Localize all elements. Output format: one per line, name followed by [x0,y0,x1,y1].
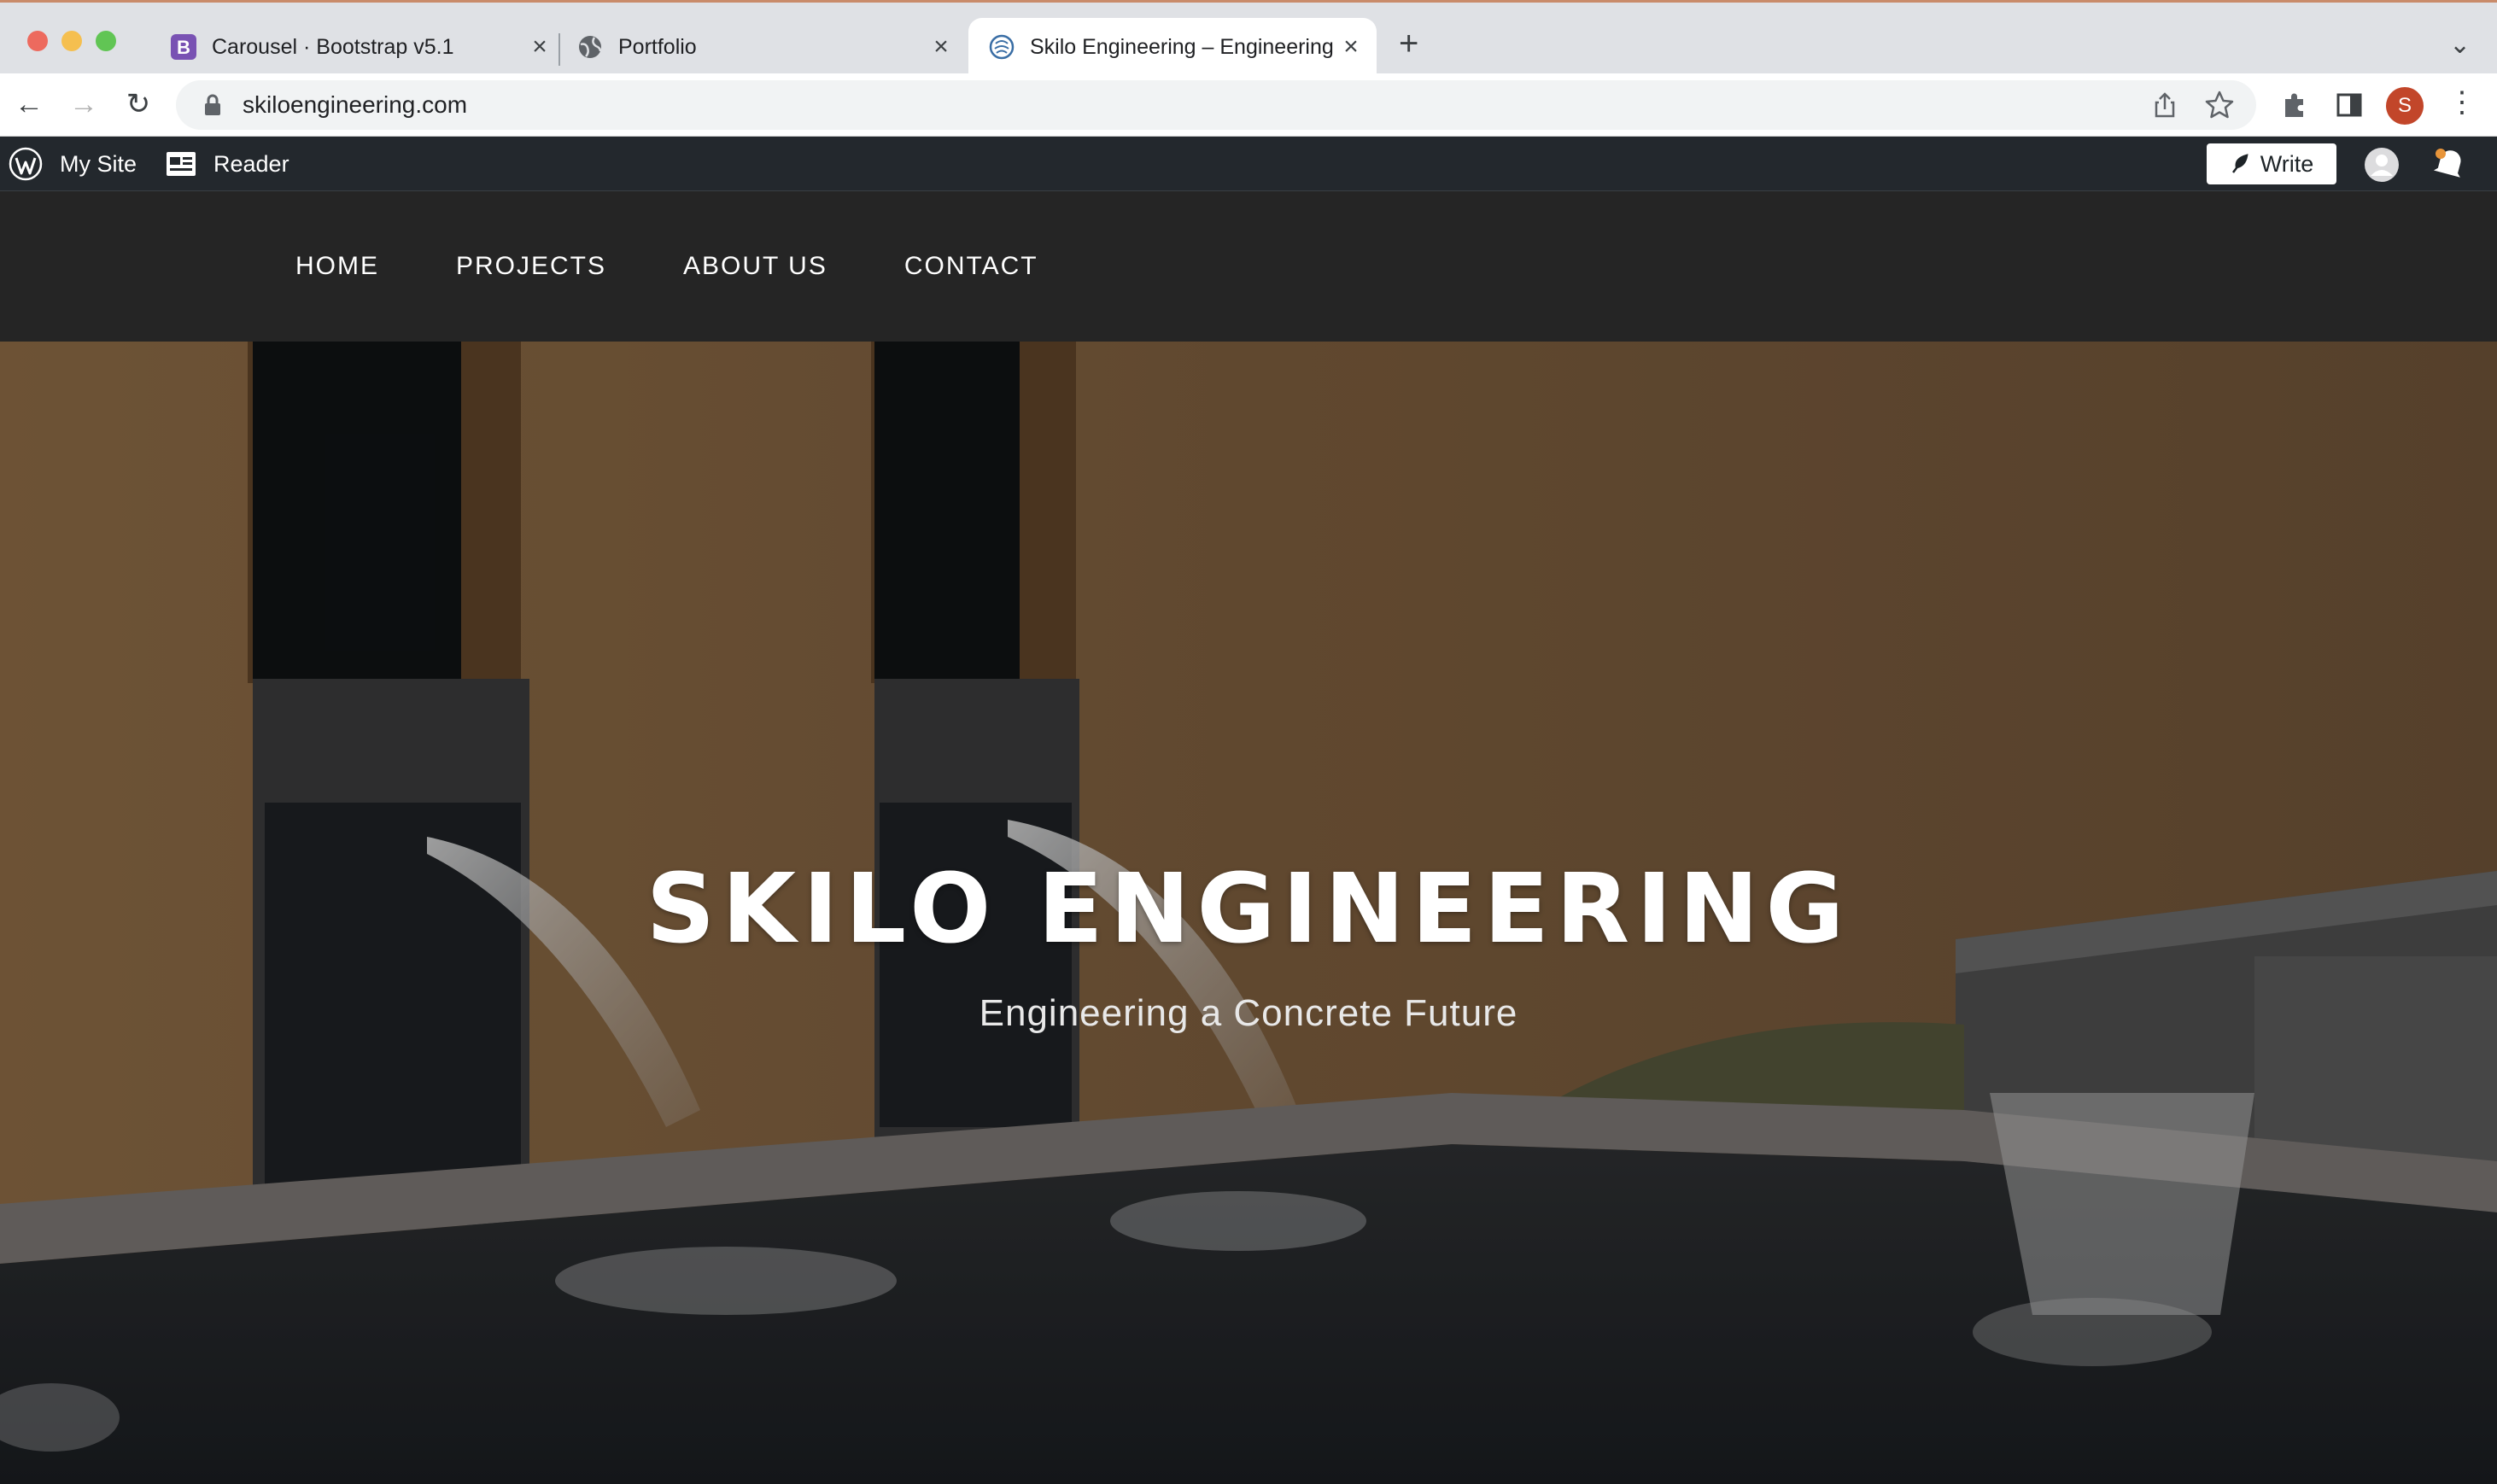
tab-close-icon[interactable]: × [1339,32,1363,61]
url-text: skiloengineering.com [243,91,468,118]
user-avatar-icon[interactable] [2364,147,2400,183]
tab-close-icon[interactable]: × [528,32,552,61]
wordpress-logo-icon [9,147,43,181]
hero-title: SKILO ENGINEERING [646,854,1851,965]
feather-pen-icon [2231,154,2248,173]
tab-title: Portfolio [618,34,697,59]
browser-tab-portfolio[interactable]: Portfolio × [577,18,953,76]
tab-close-icon[interactable]: × [929,32,953,61]
window-zoom-button[interactable] [96,31,116,51]
extensions-icon[interactable] [2278,89,2311,121]
tab-title: Carousel · Bootstrap v5.1 [212,34,454,59]
browser-tab-strip: B Carousel · Bootstrap v5.1 × Portfolio … [0,0,2497,76]
reload-icon[interactable]: ↻ [120,85,157,123]
lock-icon[interactable] [200,92,225,118]
tab-separator [558,33,560,66]
tab-title: Skilo Engineering – Engineering a Concre… [1030,34,1339,59]
reader-icon [167,152,196,176]
window-close-button[interactable] [27,31,48,51]
wordpress-admin-bar: My Site Reader Write [0,137,2497,191]
browser-toolbar: ← → ↻ skiloengineering.com S ⋮ [0,73,2497,137]
side-panel-icon[interactable] [2333,89,2365,121]
nav-contact[interactable]: CONTACT [904,252,1038,281]
reader-label: Reader [213,150,289,177]
new-tab-plus-icon[interactable]: + [1399,26,1418,61]
browser-tab-carousel[interactable]: B Carousel · Bootstrap v5.1 × [167,18,552,76]
bootstrap-icon: B [171,34,196,60]
hero-section: SKILO ENGINEERING Engineering a Concrete… [0,342,2497,1484]
write-button[interactable]: Write [2207,143,2336,184]
star-icon[interactable] [2203,89,2236,121]
address-bar[interactable]: skiloengineering.com [176,80,2256,130]
forward-icon[interactable]: → [65,85,102,123]
globe-icon [579,36,602,58]
write-label: Write [2260,150,2314,177]
tab-search-chevron-icon[interactable]: ⌄ [2449,30,2471,60]
site-header: HOME PROJECTS ABOUT US CONTACT [0,191,2497,342]
my-site-label: My Site [60,150,137,177]
nav-home[interactable]: HOME [295,252,379,281]
my-site-link[interactable]: My Site [9,137,137,191]
nav-about-us[interactable]: ABOUT US [683,252,827,281]
back-icon[interactable]: ← [10,85,48,123]
reader-link[interactable]: Reader [166,137,289,191]
window-minimize-button[interactable] [61,31,82,51]
browser-tab-skilo[interactable]: Skilo Engineering – Engineering a Concre… [968,18,1377,76]
svg-text:B: B [177,37,190,58]
share-icon[interactable] [2149,89,2181,121]
nav-projects[interactable]: PROJECTS [456,252,606,281]
notifications-bell-icon[interactable] [2429,145,2470,186]
site-icon [989,34,1015,60]
hero-subtitle: Engineering a Concrete Future [979,992,1518,1034]
profile-avatar[interactable]: S [2386,87,2424,125]
primary-navigation: HOME PROJECTS ABOUT US CONTACT [295,191,1115,342]
menu-icon[interactable]: ⋮ [2447,85,2477,120]
